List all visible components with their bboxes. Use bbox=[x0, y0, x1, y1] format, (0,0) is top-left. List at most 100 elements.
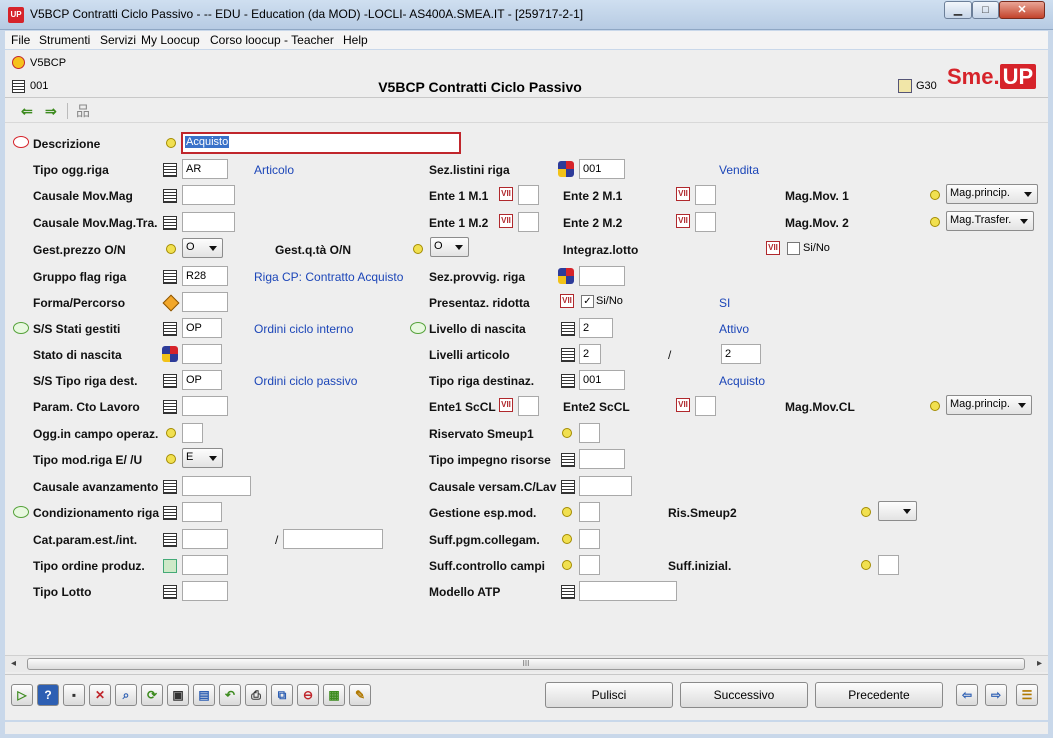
ss-tipo-riga-dest-input[interactable]: OP bbox=[182, 370, 222, 390]
list-icon[interactable] bbox=[561, 453, 575, 467]
copy-icon[interactable]: ⧉ bbox=[271, 684, 293, 706]
v-icon[interactable]: VII bbox=[676, 187, 690, 201]
causale-avanzamento-input[interactable] bbox=[182, 476, 251, 496]
tipo-lotto-input[interactable] bbox=[182, 581, 228, 601]
prev-icon[interactable]: ⇦ bbox=[956, 684, 978, 706]
run-icon[interactable]: ▷ bbox=[11, 684, 33, 706]
causale-mov-mag-input[interactable] bbox=[182, 185, 235, 205]
livello-nascita-input[interactable]: 2 bbox=[579, 318, 613, 338]
stop-icon[interactable]: ⊖ bbox=[297, 684, 319, 706]
condizionamento-riga-input[interactable] bbox=[182, 502, 222, 522]
gestione-esp-mod-input[interactable] bbox=[579, 502, 600, 522]
ente2-sccl-input[interactable] bbox=[695, 396, 716, 416]
riservato-smeup1-input[interactable] bbox=[579, 423, 600, 443]
mag-mov-cl-select[interactable]: Mag.princip. bbox=[946, 395, 1032, 415]
v-icon[interactable]: VII bbox=[676, 214, 690, 228]
list-icon[interactable] bbox=[163, 189, 177, 203]
suff-pgm-collegam-input[interactable] bbox=[579, 529, 600, 549]
successivo-button[interactable]: Successivo bbox=[680, 682, 808, 708]
sez-listini-riga-input[interactable]: 001 bbox=[579, 159, 625, 179]
edit-icon[interactable] bbox=[898, 79, 912, 93]
list-menu-icon[interactable]: ☰ bbox=[1016, 684, 1038, 706]
list-icon[interactable] bbox=[163, 400, 177, 414]
list-icon[interactable] bbox=[561, 374, 575, 388]
mag-mov2-select[interactable]: Mag.Trasfer. bbox=[946, 211, 1034, 231]
diamond-icon[interactable] bbox=[162, 294, 180, 312]
tipo-riga-destinaz-input[interactable]: 001 bbox=[579, 370, 625, 390]
suff-controllo-campi-input[interactable] bbox=[579, 555, 600, 575]
livelli-articolo-input1[interactable]: 2 bbox=[579, 344, 601, 364]
menu-servizi[interactable]: Servizi bbox=[100, 33, 136, 47]
comment-icon[interactable] bbox=[13, 322, 29, 334]
help-icon[interactable]: ? bbox=[37, 684, 59, 706]
comment-icon[interactable] bbox=[13, 136, 29, 148]
menu-my-loocup[interactable]: My Loocup bbox=[141, 33, 200, 47]
menu-strumenti[interactable]: Strumenti bbox=[39, 33, 90, 47]
gest-prezzo-select[interactable]: O bbox=[182, 238, 223, 258]
network-icon[interactable]: 品 bbox=[76, 104, 92, 118]
tipo-ogg-riga-input[interactable]: AR bbox=[182, 159, 228, 179]
integraz-lotto-checkbox[interactable] bbox=[787, 242, 800, 255]
v-icon[interactable]: VII bbox=[499, 398, 513, 412]
search-icon[interactable]: ⌕ bbox=[115, 684, 137, 706]
scroll-left-icon[interactable]: ◂ bbox=[11, 658, 16, 669]
ogg-campo-operaz-input[interactable] bbox=[182, 423, 203, 443]
save-icon[interactable]: ▣ bbox=[167, 684, 189, 706]
causale-versam-input[interactable] bbox=[579, 476, 632, 496]
livelli-articolo-input2[interactable]: 2 bbox=[721, 344, 761, 364]
menu-corso-loocup[interactable]: Corso loocup - Teacher bbox=[210, 33, 334, 47]
list-icon[interactable] bbox=[163, 506, 177, 520]
cat-param-input2[interactable] bbox=[283, 529, 383, 549]
tipo-impegno-risorse-input[interactable] bbox=[579, 449, 625, 469]
ris-smeup2-select[interactable] bbox=[878, 501, 917, 521]
list-icon[interactable] bbox=[561, 585, 575, 599]
tipo-ordine-produz-input[interactable] bbox=[182, 555, 228, 575]
list-icon[interactable] bbox=[163, 216, 177, 230]
close-button[interactable]: ✕ bbox=[999, 1, 1045, 19]
back-icon[interactable]: ⇐ bbox=[21, 104, 37, 118]
ente2-m2-input[interactable] bbox=[695, 212, 716, 232]
tree-icon[interactable] bbox=[163, 559, 177, 573]
descrizione-input[interactable]: Acquisto bbox=[181, 132, 461, 154]
ss-stati-gestiti-input[interactable]: OP bbox=[182, 318, 222, 338]
minimize-button[interactable]: ▁ bbox=[944, 1, 972, 19]
list-icon[interactable] bbox=[163, 163, 177, 177]
v-icon[interactable]: VII bbox=[499, 187, 513, 201]
maximize-button[interactable]: □ bbox=[972, 1, 999, 19]
multi-color-icon[interactable] bbox=[558, 268, 574, 284]
next-icon[interactable]: ⇨ bbox=[985, 684, 1007, 706]
modello-atp-input[interactable] bbox=[579, 581, 677, 601]
list-icon[interactable] bbox=[163, 480, 177, 494]
list-icon[interactable] bbox=[163, 585, 177, 599]
presentaz-ridotta-checkbox[interactable]: ✓ bbox=[581, 295, 594, 308]
comment-icon[interactable] bbox=[13, 506, 29, 518]
terminal-icon[interactable]: ▪ bbox=[63, 684, 85, 706]
cat-param-input1[interactable] bbox=[182, 529, 228, 549]
refresh-icon[interactable]: ⟳ bbox=[141, 684, 163, 706]
ente1-sccl-input[interactable] bbox=[518, 396, 539, 416]
grid-icon[interactable]: ▦ bbox=[323, 684, 345, 706]
param-cto-lavoro-input[interactable] bbox=[182, 396, 228, 416]
menu-file[interactable]: File bbox=[11, 33, 30, 47]
ente1-m1-input[interactable] bbox=[518, 185, 539, 205]
precedente-button[interactable]: Precedente bbox=[815, 682, 943, 708]
list-icon[interactable] bbox=[561, 480, 575, 494]
list-icon[interactable] bbox=[163, 533, 177, 547]
delete-icon[interactable]: ✕ bbox=[89, 684, 111, 706]
multi-color-icon[interactable] bbox=[558, 161, 574, 177]
forward-icon[interactable]: ⇒ bbox=[45, 104, 61, 118]
v-icon[interactable]: VII bbox=[766, 241, 780, 255]
list-icon[interactable] bbox=[561, 348, 575, 362]
undo-icon[interactable]: ↶ bbox=[219, 684, 241, 706]
ente2-m1-input[interactable] bbox=[695, 185, 716, 205]
forma-percorso-input[interactable] bbox=[182, 292, 228, 312]
scroll-right-icon[interactable]: ▸ bbox=[1037, 658, 1042, 669]
list-icon[interactable] bbox=[163, 374, 177, 388]
scroll-thumb[interactable]: III bbox=[27, 658, 1025, 670]
v-icon[interactable]: VII bbox=[499, 214, 513, 228]
list-icon[interactable] bbox=[163, 322, 177, 336]
wand-icon[interactable]: ✎ bbox=[349, 684, 371, 706]
print-icon[interactable]: ⎙ bbox=[245, 684, 267, 706]
v-icon[interactable]: VII bbox=[676, 398, 690, 412]
mag-mov1-select[interactable]: Mag.princip. bbox=[946, 184, 1038, 204]
